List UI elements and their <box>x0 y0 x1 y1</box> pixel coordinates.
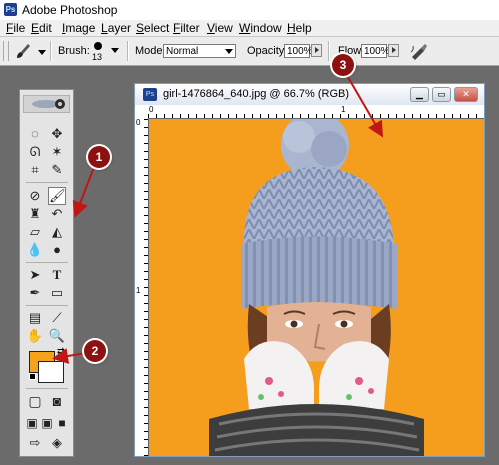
annotation-arrows <box>52 71 384 364</box>
arrow-2 <box>52 348 87 364</box>
arrow-1 <box>72 161 97 218</box>
annotation-badge-3: 3 <box>332 54 354 76</box>
annotation-badge-1: 1 <box>88 146 110 168</box>
arrow-3 <box>344 71 384 138</box>
annotation-badge-2: 2 <box>84 340 106 362</box>
